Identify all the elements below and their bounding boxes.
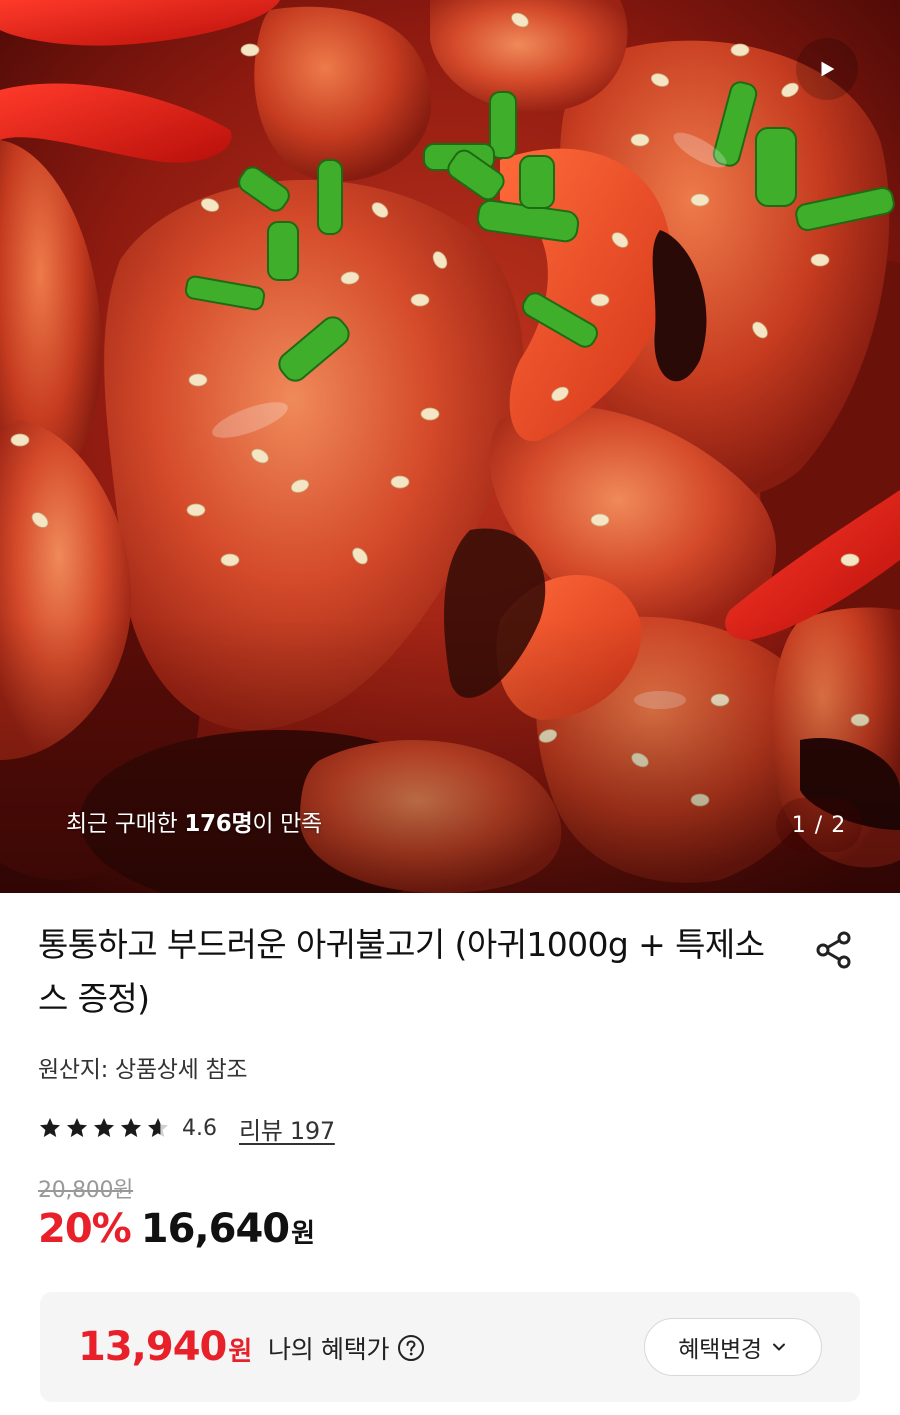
origin-info: 원산지: 상품상세 참조 (38, 1057, 248, 1083)
benefit-price: 13,940 원 (78, 1324, 252, 1370)
star-icon (148, 1118, 168, 1137)
benefit-price-box: 13,940 원 나의 혜택가 혜택변경 (40, 1292, 860, 1402)
benefit-label: 나의 혜택가 (268, 1335, 390, 1364)
sale-price-row: 20% 16,640 원 (38, 1206, 315, 1266)
play-icon (821, 61, 835, 77)
product-title: 통통하고 부드러운 아귀불고기 (아귀1000g + 특제소스 증정) (38, 925, 765, 1018)
rating-value: 4.6 (182, 1115, 217, 1141)
share-icon (816, 931, 851, 969)
product-photo (0, 0, 900, 893)
benefit-change-label: 혜택변경 (678, 1337, 762, 1363)
purchase-note-suffix: 이 만족 (252, 811, 322, 837)
play-video-button[interactable] (796, 38, 858, 100)
product-image-carousel[interactable]: 최근 구매한 176명이 만족 1 / 2 (0, 0, 900, 893)
recent-purchase-note: 최근 구매한 176명이 만족 (66, 804, 322, 838)
star-icon (40, 1118, 60, 1137)
star-icon (94, 1118, 114, 1137)
review-count-link[interactable]: 리뷰 197 (239, 1111, 335, 1146)
purchase-note-prefix: 최근 구매한 (66, 811, 185, 837)
chevron-down-icon (772, 1343, 785, 1351)
discount-rate: 20% (38, 1206, 132, 1252)
benefit-amount: 13,940 (78, 1324, 227, 1370)
question-circle-icon[interactable] (397, 1334, 425, 1362)
purchase-count: 176명 (184, 811, 253, 837)
image-page-indicator: 1 / 2 (776, 798, 862, 852)
star-rating (38, 1116, 170, 1140)
rating-row: 4.6 리뷰 197 (38, 1108, 335, 1148)
benefit-unit: 원 (228, 1337, 253, 1367)
share-button[interactable] (808, 924, 860, 976)
star-icon (121, 1118, 141, 1137)
benefit-label-group: 나의 혜택가 (268, 1330, 425, 1366)
original-price: 20,800원 (38, 1178, 134, 1203)
sale-price-unit: 원 (291, 1219, 316, 1249)
star-icon (67, 1118, 87, 1137)
benefit-change-button[interactable]: 혜택변경 (644, 1318, 822, 1376)
sale-price: 16,640 (140, 1206, 290, 1252)
